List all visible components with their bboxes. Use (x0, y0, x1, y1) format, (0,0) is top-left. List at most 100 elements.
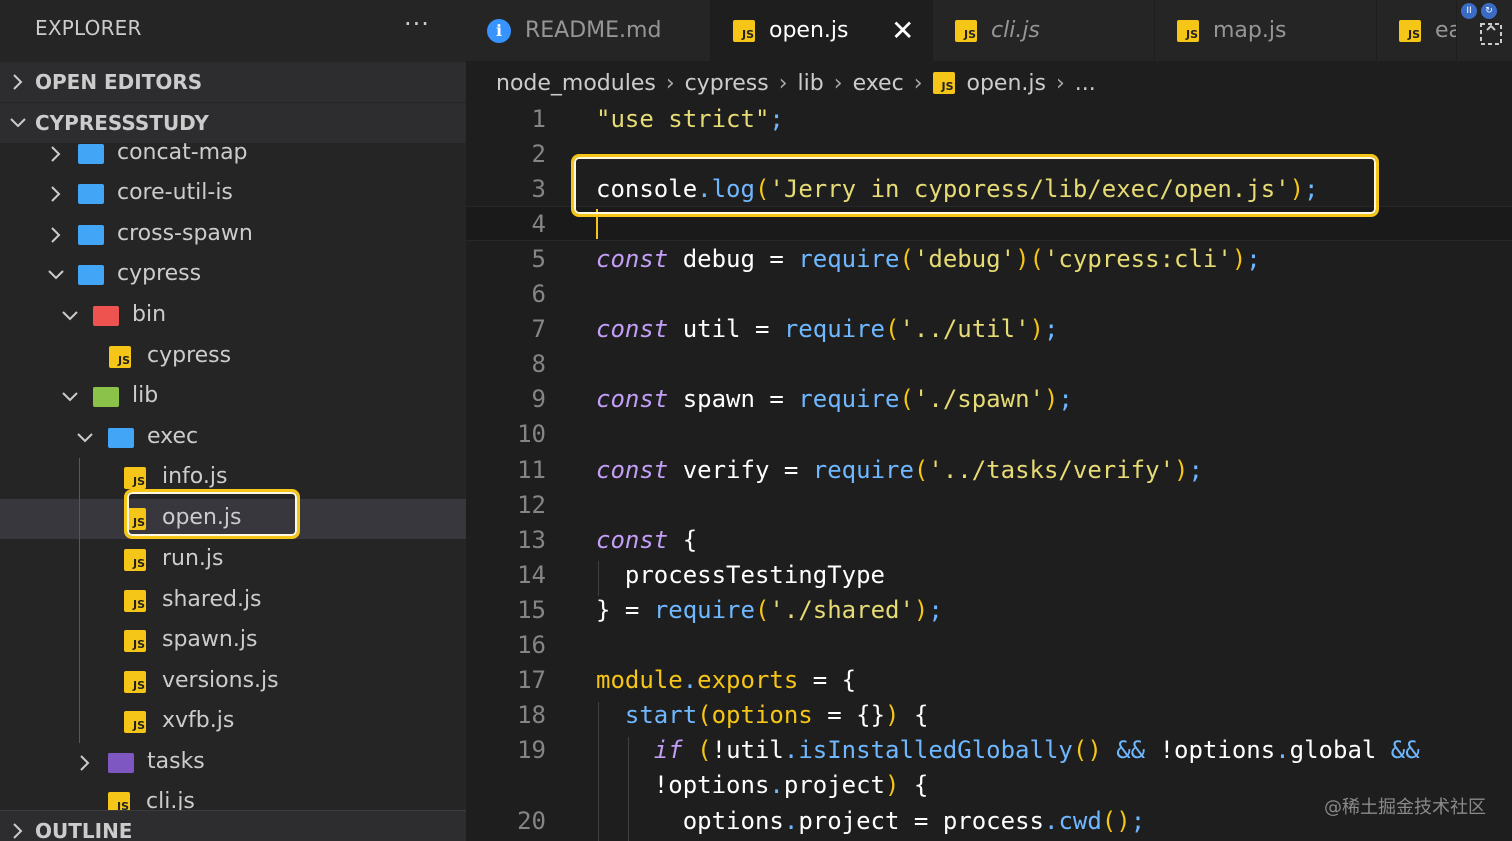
code-text: "use strict"; (596, 104, 784, 133)
line-number: 12 (517, 490, 546, 519)
tree-folder[interactable]: tasks (0, 743, 466, 783)
tree-item-label: cross-spawn (117, 221, 253, 246)
outline-label: OUTLINE (35, 818, 133, 841)
tree-item-label: core-util-is (117, 180, 233, 205)
code-line[interactable]: 13 const { (466, 522, 1512, 557)
tree-file[interactable]: JS cypress (0, 337, 466, 377)
tree-file[interactable]: JS spawn.js (0, 621, 466, 661)
tab-readme[interactable]: i README.md (466, 0, 711, 61)
code-line[interactable]: 3 console.log('Jerry in cyporess/lib/exec… (466, 171, 1512, 206)
code-line[interactable]: 1 "use strict"; (466, 101, 1512, 136)
tab-label: open.js (769, 18, 849, 43)
js-icon: JS (1399, 19, 1421, 42)
tree-file[interactable]: JS open.js (0, 499, 466, 539)
split-compare-icon[interactable] (1479, 22, 1503, 50)
breadcrumb-item[interactable]: lib (798, 71, 824, 96)
tree-item-label: concat-map (117, 140, 248, 165)
breadcrumb: node_modules › cypress › lib › exec › JS… (496, 64, 1096, 102)
js-icon: JS (124, 711, 146, 733)
breadcrumb-item[interactable]: exec (853, 71, 904, 96)
code-line[interactable]: 2 (466, 136, 1512, 171)
chevron-right-icon (46, 225, 66, 245)
tab-label: map.js (1213, 18, 1287, 43)
tree-folder[interactable]: cross-spawn (0, 215, 466, 255)
code-line[interactable]: 14 processTestingType (466, 557, 1512, 592)
code-line[interactable]: 19 if (!util.isInstalledGlobally() && !o… (466, 733, 1512, 768)
breadcrumb-item[interactable]: ... (1075, 71, 1096, 96)
folder-icon (78, 225, 104, 245)
js-icon: JS (124, 630, 146, 652)
project-label: CYPRESSSTUDY (35, 111, 209, 135)
tree-file[interactable]: JS run.js (0, 540, 466, 580)
tree-file[interactable]: JS versions.js (0, 662, 466, 702)
tree-item-label: exec (147, 424, 199, 449)
tree-folder[interactable]: cypress (0, 255, 466, 295)
chevron-right-icon: › (778, 70, 788, 96)
tree-folder[interactable]: lib (0, 377, 466, 417)
code-text: processTestingType (624, 560, 885, 589)
tab-map-js[interactable]: JS map.js (1155, 0, 1377, 61)
outline-section[interactable]: OUTLINE (0, 810, 466, 841)
tree-folder[interactable]: bin (0, 296, 466, 336)
close-icon[interactable]: ✕ (891, 14, 914, 47)
line-number: 5 (531, 244, 546, 273)
code-line[interactable]: 7 const util = require('../util'); (466, 312, 1512, 347)
code-text: const spawn = require('./spawn'); (596, 385, 1073, 414)
code-editor[interactable]: 1 "use strict"; 2 3 console.log('Jerry in cy… (466, 101, 1512, 841)
breadcrumb-item[interactable]: cypress (685, 71, 769, 96)
indent-guide (79, 458, 80, 743)
open-editors-section[interactable]: OPEN EDITORS (0, 62, 466, 102)
explorer-sidebar: EXPLORER ··· OPEN EDITORS CYPRESSSTUDY c… (0, 0, 466, 841)
tree-folder[interactable]: core-util-is (0, 174, 466, 214)
tree-folder[interactable]: exec (0, 418, 466, 458)
line-number: 10 (517, 420, 546, 449)
refresh-icon[interactable]: ↻ (1481, 3, 1497, 19)
tree-file[interactable]: JS xvfb.js (0, 702, 466, 742)
info-icon: i (487, 18, 511, 43)
code-line[interactable]: 10 (466, 417, 1512, 452)
line-number: 13 (517, 525, 546, 554)
chevron-right-icon: › (913, 70, 923, 96)
code-text: options.project = process.cwd(); (682, 806, 1146, 835)
code-line[interactable]: 17 module.exports = { (466, 663, 1512, 698)
line-number: 3 (531, 174, 546, 203)
tab-ea[interactable]: JS ea (1377, 0, 1457, 61)
code-text: !options.project) { (653, 771, 929, 800)
tree-file[interactable]: JS info.js (0, 458, 466, 498)
code-line[interactable]: 11 const verify = require('../tasks/verif… (466, 452, 1512, 487)
tree-folder[interactable]: concat-map (0, 134, 466, 174)
tab-label: README.md (525, 18, 662, 43)
code-line[interactable]: 9 const spawn = require('./spawn'); (466, 382, 1512, 417)
code-line[interactable]: 8 (466, 347, 1512, 382)
code-line[interactable]: 12 (466, 487, 1512, 522)
breadcrumb-item[interactable]: open.js (967, 71, 1046, 96)
indent-guide (628, 736, 629, 841)
more-actions-icon[interactable]: ··· (404, 10, 430, 38)
tree-item-label: bin (132, 302, 167, 327)
code-line[interactable]: 5 const debug = require('debug')('cypress… (466, 241, 1512, 276)
chevron-right-icon (75, 753, 95, 773)
code-text: const debug = require('debug')('cypress:… (596, 244, 1261, 273)
code-line[interactable]: 18 start(options = {}) { (466, 698, 1512, 733)
chevron-right-icon (0, 821, 35, 841)
chevron-right-icon (0, 72, 35, 92)
line-number: 9 (531, 385, 546, 414)
code-line[interactable]: 4 (466, 206, 1512, 242)
tab-open-js[interactable]: JS open.js ✕ (711, 0, 933, 61)
tree-item-label: cypress (147, 343, 232, 368)
code-line[interactable]: 6 (466, 277, 1512, 312)
code-text: if (!util.isInstalledGlobally() && !opti… (653, 736, 1420, 765)
code-line[interactable]: 15} = require('./shared'); (466, 592, 1512, 627)
tree-file[interactable]: JS shared.js (0, 581, 466, 621)
code-line[interactable]: 16 (466, 628, 1512, 663)
line-number: 2 (531, 139, 546, 168)
tree-item-label: open.js (162, 505, 242, 530)
line-number: 7 (531, 315, 546, 344)
breadcrumb-item[interactable]: node_modules (496, 71, 656, 96)
js-icon: JS (733, 19, 755, 42)
text-cursor (596, 208, 598, 239)
js-icon: JS (124, 508, 146, 530)
tree-item-label: xvfb.js (162, 708, 235, 733)
tab-cli-js[interactable]: JS cli.js (933, 0, 1155, 61)
pause-icon[interactable]: II (1461, 3, 1477, 19)
